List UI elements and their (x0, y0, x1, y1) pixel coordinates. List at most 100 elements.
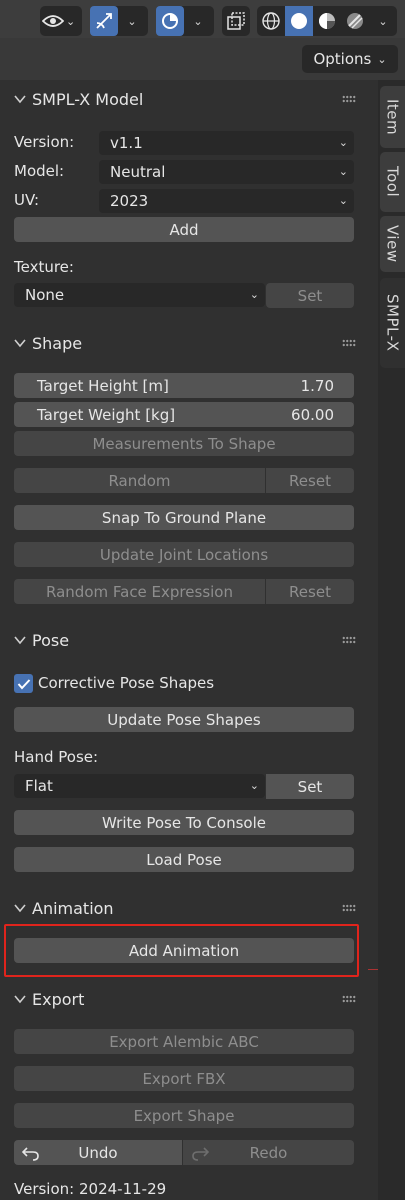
random-shape-button[interactable]: Random (14, 468, 265, 493)
highlight-box (4, 924, 359, 977)
smplx-model-panel-header[interactable]: SMPL-X Model (0, 81, 378, 117)
tab-smplx-label: SMPL-X (383, 294, 402, 352)
tab-tool-label: Tool (383, 166, 402, 198)
model-value: Neutral (110, 163, 166, 181)
version-value: v1.1 (110, 134, 143, 152)
smplx-model-title: SMPL-X Model (32, 89, 144, 109)
chevron-down-icon: ⌄ (338, 165, 348, 178)
shading-dropdown[interactable]: ⌄ (369, 6, 397, 36)
material-shading-button[interactable] (313, 6, 341, 36)
reset-face-button[interactable]: Reset (266, 579, 354, 604)
corrective-pose-label: Corrective Pose Shapes (38, 674, 215, 692)
target-height-field[interactable]: Target Height [m] 1.70 (14, 373, 354, 398)
gizmo-dropdown[interactable]: ⌄ (118, 6, 146, 36)
chevron-down-icon: ⌄ (127, 14, 137, 28)
xray-toggle[interactable] (222, 6, 250, 36)
hand-pose-value: Flat (25, 777, 53, 795)
snap-to-ground-button[interactable]: Snap To Ground Plane (14, 505, 354, 530)
target-weight-label: Target Weight [kg] (37, 405, 176, 424)
load-pose-button[interactable]: Load Pose (14, 847, 354, 872)
gizmo-group: ⌄ (90, 6, 148, 36)
drag-handle-icon[interactable] (342, 904, 356, 912)
texture-dropdown[interactable]: None ⌄ (14, 283, 265, 307)
chevron-down-icon: ⌄ (378, 14, 388, 28)
write-pose-to-console-button[interactable]: Write Pose To Console (14, 810, 354, 835)
chevron-down-icon (14, 992, 28, 1006)
addon-version-text: Version: 2024-11-29 (14, 1180, 167, 1198)
tab-view[interactable]: View (380, 216, 405, 272)
pose-title: Pose (32, 630, 70, 650)
texture-value: None (25, 286, 65, 304)
rendered-sphere-icon (347, 13, 363, 29)
model-dropdown[interactable]: Neutral ⌄ (99, 160, 354, 184)
chevron-down-icon: ⌄ (249, 779, 259, 792)
gizmo-toggle[interactable] (90, 6, 118, 36)
options-label: Options (313, 50, 372, 68)
target-height-label: Target Height [m] (37, 376, 169, 395)
options-button[interactable]: Options ⌄ (302, 45, 398, 73)
overlay-dropdown[interactable]: ⌄ (184, 6, 212, 36)
drag-handle-icon[interactable] (342, 95, 356, 103)
export-shape-button[interactable]: Export Shape (14, 1103, 354, 1128)
visibility-dropdown[interactable]: ⌄ (40, 6, 82, 36)
chevron-down-icon (14, 92, 28, 106)
uv-label: UV: (14, 191, 40, 209)
chevron-down-icon: ⌄ (249, 288, 259, 301)
update-pose-shapes-button[interactable]: Update Pose Shapes (14, 707, 354, 732)
undo-icon (22, 1147, 39, 1161)
model-label: Model: (14, 162, 65, 180)
tab-view-label: View (383, 225, 402, 263)
version-label: Version: (14, 133, 75, 151)
solid-shading-button[interactable] (285, 6, 313, 36)
animation-panel-header[interactable]: Animation (0, 890, 378, 926)
random-face-expression-button[interactable]: Random Face Expression (14, 579, 265, 604)
texture-label: Texture: (14, 258, 74, 276)
drag-handle-icon[interactable] (342, 636, 356, 644)
measurements-to-shape-button[interactable]: Measurements To Shape (14, 431, 354, 456)
chevron-down-icon: ⌄ (193, 14, 203, 28)
hand-pose-set-button[interactable]: Set (266, 774, 354, 799)
chevron-down-icon: ⌄ (377, 52, 387, 66)
animation-title: Animation (32, 898, 114, 918)
add-button[interactable]: Add (14, 217, 354, 242)
solid-sphere-icon (291, 13, 307, 29)
chevron-down-icon (14, 336, 28, 350)
redo-icon (192, 1147, 209, 1161)
overlay-icon (162, 13, 178, 29)
drag-handle-icon[interactable] (342, 995, 356, 1003)
version-dropdown[interactable]: v1.1 ⌄ (99, 131, 354, 155)
wireframe-icon (262, 12, 280, 30)
texture-set-button[interactable]: Set (266, 283, 354, 308)
update-joint-locations-button[interactable]: Update Joint Locations (14, 542, 354, 567)
drag-handle-icon[interactable] (342, 339, 356, 347)
export-fbx-button[interactable]: Export FBX (14, 1066, 354, 1091)
corrective-pose-checkbox[interactable] (14, 674, 33, 693)
export-panel-header[interactable]: Export (0, 981, 378, 1017)
chevron-down-icon: ⌄ (66, 14, 76, 28)
target-height-value: 1.70 (300, 376, 334, 395)
overlay-toggle[interactable] (156, 6, 184, 36)
chevron-down-icon (14, 901, 28, 915)
eye-icon (40, 6, 66, 36)
timeline-marker (368, 969, 378, 970)
shape-panel-header[interactable]: Shape (0, 325, 378, 361)
export-alembic-button[interactable]: Export Alembic ABC (14, 1029, 354, 1054)
wireframe-shading-button[interactable] (257, 6, 285, 36)
hand-pose-dropdown[interactable]: Flat ⌄ (14, 774, 265, 798)
undo-button[interactable]: Undo (14, 1140, 182, 1165)
uv-dropdown[interactable]: 2023 ⌄ (99, 189, 354, 213)
pose-panel-header[interactable]: Pose (0, 622, 378, 658)
rendered-shading-button[interactable] (341, 6, 369, 36)
target-weight-field[interactable]: Target Weight [kg] 60.00 (14, 402, 354, 427)
chevron-down-icon: ⌄ (338, 194, 348, 207)
viewport-toolbar: ⌄ ⌄ ⌄ ⌄ (0, 0, 405, 42)
tab-item-label: Item (383, 98, 402, 136)
redo-label: Redo (249, 1143, 288, 1162)
target-weight-value: 60.00 (291, 405, 334, 424)
tab-item[interactable]: Item (380, 86, 405, 148)
tab-tool[interactable]: Tool (380, 152, 405, 212)
shape-title: Shape (32, 333, 83, 353)
reset-shape-button[interactable]: Reset (266, 468, 354, 493)
redo-button[interactable]: Redo (183, 1140, 354, 1165)
tab-smplx[interactable]: SMPL-X (380, 278, 405, 368)
